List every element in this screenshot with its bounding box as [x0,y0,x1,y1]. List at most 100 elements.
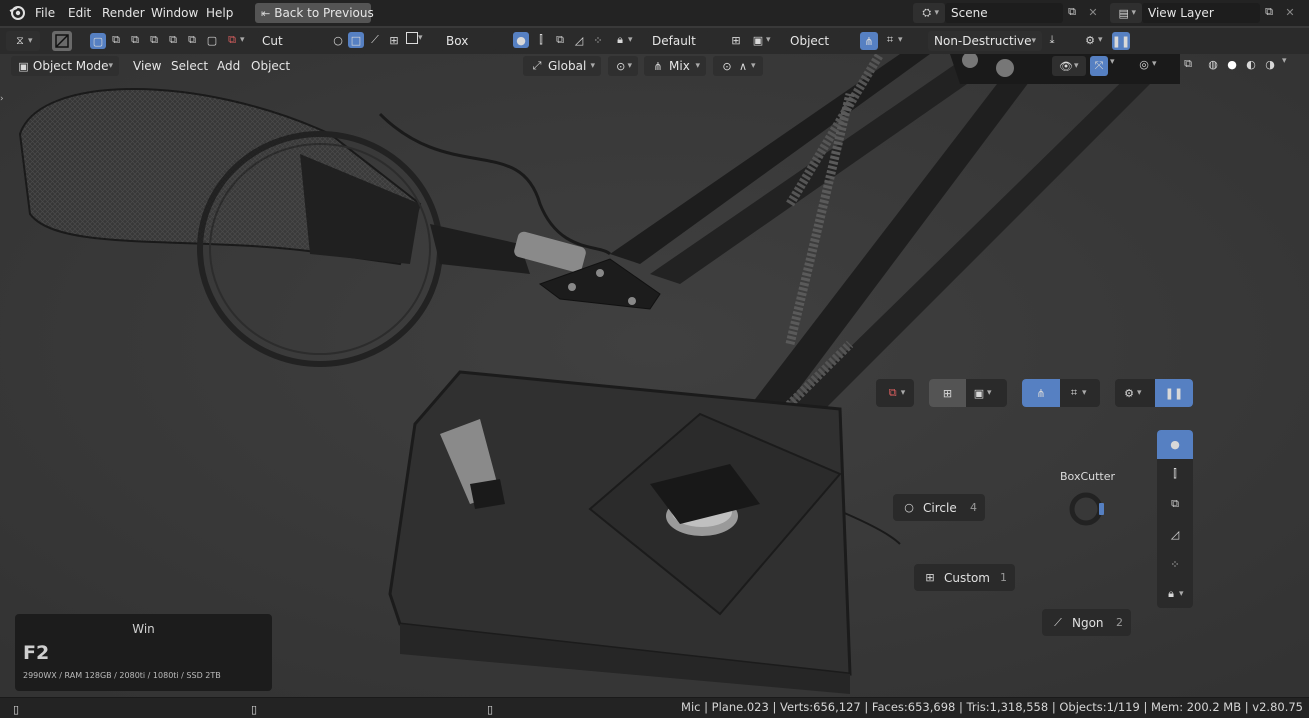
shape-type-field[interactable]: Box [440,31,496,51]
helper-lock-icon[interactable]: 🔒︎ ▾ [1163,586,1183,602]
mode-inset-icon[interactable]: ⧉ [184,32,200,48]
shading-material-icon[interactable]: ◐ [1243,56,1259,72]
sidebar-toggle-icon[interactable]: › [0,94,4,104]
blender-logo-icon[interactable] [8,4,26,22]
default-preset-field[interactable]: Default [646,31,710,51]
proportional-icon: ⋔ [653,59,663,73]
pie-ngon-option[interactable]: ⟋ Ngon 2 [1042,609,1131,636]
pause-icon[interactable]: ❚❚ [1112,32,1130,50]
shading-rendered-icon[interactable]: ◑ [1262,56,1278,72]
helper-grid-icon[interactable]: ⊞ [929,379,966,407]
editor-type-button[interactable]: ⧖ ▾ [6,31,40,51]
view-layer-browse-button[interactable]: ▤ ▾ [1110,3,1142,23]
origin-offset-icon[interactable]: ◿ [571,32,587,48]
origin-grid-icon[interactable]: ⫿ [533,32,549,48]
proportional-falloff-button[interactable]: ⊙ ∧ ▾ [713,56,763,76]
non-destructive-field[interactable]: Non-Destructive ▾ [928,31,1042,51]
xray-icon[interactable]: ⧉ [1180,56,1196,72]
pie-circle-option[interactable]: ○ Circle 4 [893,494,985,521]
origin-extrude-icon[interactable]: ⧉ [552,32,568,48]
view-layer-close-icon[interactable]: ✕ [1282,4,1298,20]
helper-magnet-icon[interactable]: ⋔ [1022,379,1060,407]
scene-statistics: Mic | Plane.023 | Verts:656,127 | Faces:… [681,700,1303,714]
mode-subtract-icon[interactable]: ⧉ [127,32,143,48]
helper-snap-options-icon[interactable]: ⌗ ▾ [1066,385,1087,401]
ngon-icon: ⟋ [1054,615,1062,629]
tool-icon[interactable] [52,31,72,51]
surface-object-field[interactable]: Object [784,31,842,51]
mode-difference-icon[interactable]: ⧉ [146,32,162,48]
3d-viewport[interactable]: ▣ Object Mode ▾ View Select Add Object ⤢… [0,54,1309,697]
mix-label: Mix [669,59,690,73]
mode-intersect-icon[interactable]: ⧉ [165,32,181,48]
scene-field[interactable]: Scene [945,3,1063,23]
helper-origin-dot-icon[interactable]: ● [1157,430,1193,459]
top-bar: File Edit Render Window Help ⇤ Back to P… [0,0,1309,26]
shading-solid-icon[interactable]: ● [1224,56,1240,72]
lock-icon[interactable]: 🔒︎ ▾ [612,32,632,48]
cut-mode-field[interactable]: Cut [256,31,312,51]
helper-gear-icon[interactable]: ⚙ ▾ [1121,385,1141,401]
snap-magnet-icon[interactable]: ⋔ [860,32,878,50]
shape-color-swatch[interactable]: ▾ [406,32,423,44]
viewport-menu-object[interactable]: Object [245,55,296,77]
transform-orientation-select[interactable]: ⤢ Global ▾ [523,56,601,76]
helper-pause-icon[interactable]: ❚❚ [1155,379,1193,407]
origin-array-icon[interactable]: ⁘ [590,32,606,48]
menu-edit[interactable]: Edit [62,2,97,24]
snap-helper-group: ⊞ ▣ ▾ [929,379,1007,407]
visibility-button[interactable]: 👁︎ ▾ [1052,56,1086,76]
menu-file[interactable]: File [29,2,61,24]
shading-dropdown-icon[interactable]: ▾ [1282,56,1287,66]
mode-slice-icon[interactable]: ▢ [204,32,220,48]
proportional-dot-icon: ⊙ [722,59,732,73]
surface-icon[interactable]: ▣ ▾ [750,32,771,48]
shape-circle-icon[interactable]: ○ [330,32,346,48]
mouse-left-icon: ▯ [12,702,20,716]
boolean-menu-icon[interactable]: ⧉ ▾ [224,32,244,48]
boolean-helper-button[interactable]: ⧉ ▾ [876,379,914,407]
scene-new-icon[interactable]: ⧉ [1064,4,1080,20]
overlays-icon[interactable]: ◎ ▾ [1136,56,1156,72]
helper-array-icon[interactable]: ⁘ [1167,556,1183,572]
helper-origin-grid-icon[interactable]: ⫿ [1167,466,1183,482]
view-layer-field[interactable]: View Layer [1142,3,1260,23]
helper-surface-icon[interactable]: ▣ ▾ [971,385,992,401]
back-to-previous-button[interactable]: ⇤ Back to Previous [255,3,374,23]
object-mode-select[interactable]: ▣ Object Mode ▾ [11,56,119,76]
apply-download-icon[interactable]: ⤓ [1044,32,1060,48]
shape-ngon-icon[interactable]: ⟋ [367,32,383,48]
overlay-specs-label: 2990WX / RAM 128GB / 2080ti / 1080ti / S… [23,671,221,680]
proportional-mix-select[interactable]: ⋔ Mix ▾ [644,56,706,76]
boolean-helper-icon: ⧉ [888,386,897,399]
menu-render[interactable]: Render [96,2,151,24]
layers-icon: ▤ [1118,6,1129,20]
shading-wireframe-icon[interactable]: ◍ [1205,56,1221,72]
view-layer-new-icon[interactable]: ⧉ [1261,4,1277,20]
viewport-menu-view[interactable]: View [127,55,167,77]
origin-dot-icon[interactable]: ● [513,32,529,48]
shape-custom-icon[interactable]: ⊞ [386,32,402,48]
gizmo-dropdown-icon[interactable]: ▾ [1110,57,1115,67]
menu-help[interactable]: Help [200,2,239,24]
scene-browse-button[interactable]: ⛭ ▾ [913,3,945,23]
eye-icon: 👁︎ [1059,59,1073,73]
mouse-middle-icon: ▯ [250,702,258,716]
mode-new-icon[interactable]: ▢ [88,32,108,50]
pie-custom-option[interactable]: ⊞ Custom 1 [914,564,1015,591]
back-icon: ⇤ [261,6,271,20]
menu-window[interactable]: Window [145,2,204,24]
viewport-menu-select[interactable]: Select [165,55,214,77]
grid-snap-icon[interactable]: ⊞ [728,32,744,48]
viewport-menu-add[interactable]: Add [211,55,246,77]
shape-box-icon[interactable]: □ [348,32,364,48]
helper-extrude-icon[interactable]: ⧉ [1167,496,1183,512]
snap-options-icon[interactable]: ⌗ ▾ [882,32,903,48]
helper-offset-icon[interactable]: ◿ [1167,526,1183,542]
scene-close-icon[interactable]: ✕ [1085,4,1101,20]
pivot-point-button[interactable]: ⊙ ▾ [608,56,638,76]
mode-extend-icon[interactable]: ⧉ [108,32,124,48]
mouse-right-icon: ▯ [486,702,494,716]
gizmo-icon[interactable]: ⤧ [1090,56,1108,76]
settings-gear-icon[interactable]: ⚙ ▾ [1082,32,1102,48]
